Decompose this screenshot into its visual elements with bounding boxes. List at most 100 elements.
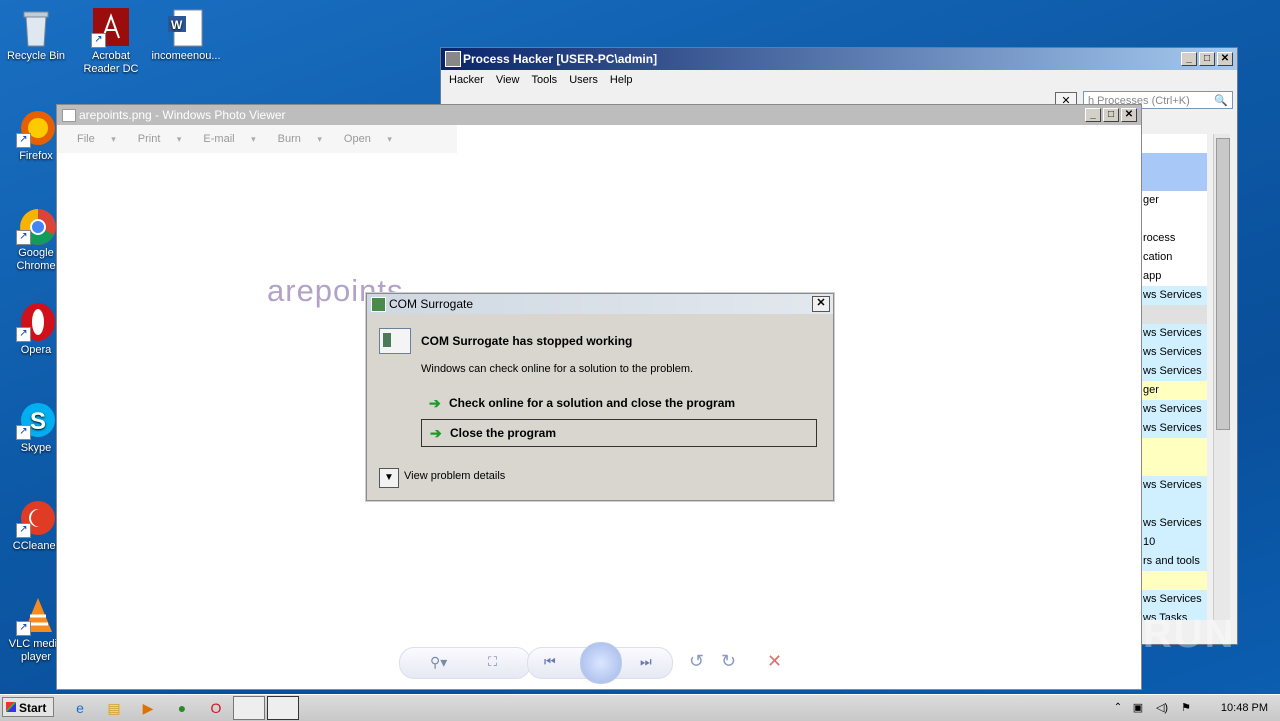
menu-burn[interactable]: Burn — [278, 133, 322, 145]
list-item[interactable]: ws Services — [1141, 324, 1207, 343]
next-icon[interactable]: ⏭ — [640, 654, 652, 670]
process-list[interactable]: ger rocess cation app ws Services ws Ser… — [1141, 134, 1207, 620]
menu-email[interactable]: E-mail — [203, 133, 255, 145]
opera-icon: ↗ — [16, 302, 56, 342]
photo-viewer-icon — [62, 109, 76, 122]
dialog-titlebar[interactable]: COM Surrogate ✕ — [367, 294, 833, 314]
menu-hacker[interactable]: Hacker — [443, 74, 490, 86]
list-item[interactable]: ws Services — [1141, 362, 1207, 381]
menu-view[interactable]: View — [490, 74, 526, 86]
maximize-button[interactable]: □ — [1199, 52, 1215, 66]
menu-print[interactable]: Print — [138, 133, 182, 145]
list-item[interactable] — [1141, 210, 1207, 229]
list-item[interactable]: ws Services — [1141, 343, 1207, 362]
list-item[interactable]: rocess — [1141, 229, 1207, 248]
menu-open[interactable]: Open — [344, 133, 392, 145]
media-player-icon[interactable]: ▶ — [138, 698, 158, 718]
list-item[interactable]: 10 — [1141, 533, 1207, 552]
expand-details-button[interactable]: ▼ — [379, 468, 399, 488]
minimize-button[interactable]: _ — [1085, 108, 1101, 122]
list-item[interactable]: ws Services — [1141, 400, 1207, 419]
start-button[interactable]: Start — [2, 697, 54, 717]
list-item[interactable]: rs and tools — [1141, 552, 1207, 571]
list-item[interactable] — [1141, 305, 1207, 324]
minimize-button[interactable]: _ — [1181, 52, 1197, 66]
svg-text:W: W — [171, 18, 183, 32]
skype-icon: S ↗ — [16, 400, 56, 440]
desktop-icon-acrobat[interactable]: ↗ Acrobat Reader DC — [75, 8, 147, 76]
shortcut-arrow-icon: ↗ — [91, 33, 106, 48]
list-item[interactable]: cation — [1141, 248, 1207, 267]
internet-explorer-icon[interactable]: e — [70, 698, 90, 718]
recycle-bin-icon — [16, 8, 56, 48]
list-item[interactable]: ws Services — [1141, 286, 1207, 305]
previous-icon[interactable]: ⏮ — [544, 654, 556, 670]
opera-taskbar-icon[interactable]: O — [206, 698, 226, 718]
window-title: Process Hacker [USER-PC\admin] — [463, 52, 658, 66]
menu-users[interactable]: Users — [563, 74, 604, 86]
program-icon — [379, 328, 411, 354]
list-item[interactable] — [1141, 495, 1207, 514]
scrollbar-thumb[interactable] — [1216, 138, 1230, 430]
shortcut-arrow-icon: ↗ — [16, 133, 31, 148]
list-item[interactable]: app — [1141, 267, 1207, 286]
rotate-counterclockwise-icon[interactable]: ↺ — [689, 651, 704, 672]
maximize-button[interactable]: □ — [1103, 108, 1119, 122]
desktop-icon-label: Acrobat Reader DC — [83, 50, 139, 75]
navigation-controls: ⏮ ⏭ — [527, 642, 673, 684]
list-item[interactable] — [1141, 134, 1207, 153]
acrobat-icon: ↗ — [91, 8, 131, 48]
check-online-button[interactable]: ➔ Check online for a solution and close … — [421, 390, 817, 416]
list-item[interactable]: ws Services — [1141, 419, 1207, 438]
volume-icon[interactable]: ◁) — [1152, 698, 1172, 718]
view-problem-details[interactable]: View problem details — [404, 470, 505, 482]
taskbar-process-hacker[interactable] — [233, 696, 265, 720]
menu-tools[interactable]: Tools — [526, 74, 564, 86]
app-icon — [371, 297, 386, 312]
network-icon[interactable]: ▣ — [1128, 698, 1148, 718]
photo-viewer-titlebar[interactable]: arepoints.png - Windows Photo Viewer _ □… — [57, 105, 1141, 125]
action-center-flag-icon[interactable]: ⚑ — [1176, 698, 1196, 718]
windows-logo-icon — [6, 702, 16, 712]
ccleaner-icon: ↗ — [16, 498, 56, 538]
desktop-icon-recycle-bin[interactable]: Recycle Bin — [0, 8, 72, 63]
list-item[interactable]: ws Services — [1141, 476, 1207, 495]
show-hidden-icons-icon[interactable]: ⌃ — [1108, 698, 1128, 718]
list-item[interactable]: ws Services — [1141, 590, 1207, 609]
firefox-icon: ↗ — [16, 108, 56, 148]
desktop-icon-label: incomeenou... — [151, 50, 221, 62]
process-hacker-titlebar[interactable]: Process Hacker [USER-PC\admin] _ □ ✕ — [441, 48, 1237, 70]
start-label: Start — [19, 701, 47, 715]
menu-help[interactable]: Help — [604, 74, 639, 86]
close-button[interactable]: ✕ — [1217, 52, 1233, 66]
actual-size-icon[interactable]: ⛶ — [488, 654, 497, 670]
dialog-title: COM Surrogate — [389, 297, 474, 311]
zoom-icon[interactable]: ⚲▾ — [430, 654, 447, 671]
shortcut-arrow-icon: ↗ — [16, 621, 31, 636]
com-surrogate-dialog[interactable]: COM Surrogate ✕ COM Surrogate has stoppe… — [366, 293, 834, 501]
menu-file[interactable]: File — [77, 133, 116, 145]
list-item[interactable]: ger — [1141, 381, 1207, 400]
photo-viewer-menubar: File Print E-mail Burn Open — [57, 125, 457, 153]
taskbar-photo-viewer[interactable] — [267, 696, 299, 720]
close-program-label: Close the program — [450, 426, 557, 440]
file-explorer-icon[interactable]: ▤ — [104, 698, 124, 718]
desktop-icon-label: Recycle Bin — [6, 50, 66, 62]
list-item[interactable] — [1141, 153, 1207, 191]
rotate-clockwise-icon[interactable]: ↻ — [721, 651, 736, 672]
chrome-icon: ↗ — [16, 205, 56, 245]
close-program-button[interactable]: ➔ Close the program — [421, 419, 817, 447]
list-item[interactable]: ger — [1141, 191, 1207, 210]
chrome-taskbar-icon[interactable]: ● — [172, 698, 192, 718]
close-button[interactable]: ✕ — [812, 296, 830, 312]
list-item[interactable] — [1141, 438, 1207, 476]
close-button[interactable]: ✕ — [1121, 108, 1137, 122]
delete-icon[interactable]: ✕ — [767, 651, 782, 672]
list-item[interactable]: ws Services — [1141, 514, 1207, 533]
desktop-icon-word-doc[interactable]: W incomeenou... — [150, 8, 222, 63]
slideshow-button[interactable] — [580, 642, 622, 684]
taskbar-clock[interactable]: 10:48 PM — [1221, 695, 1268, 721]
list-item[interactable] — [1141, 571, 1207, 590]
desktop-icon-label: CCleaner — [12, 540, 60, 552]
process-list-scrollbar[interactable] — [1213, 134, 1230, 620]
